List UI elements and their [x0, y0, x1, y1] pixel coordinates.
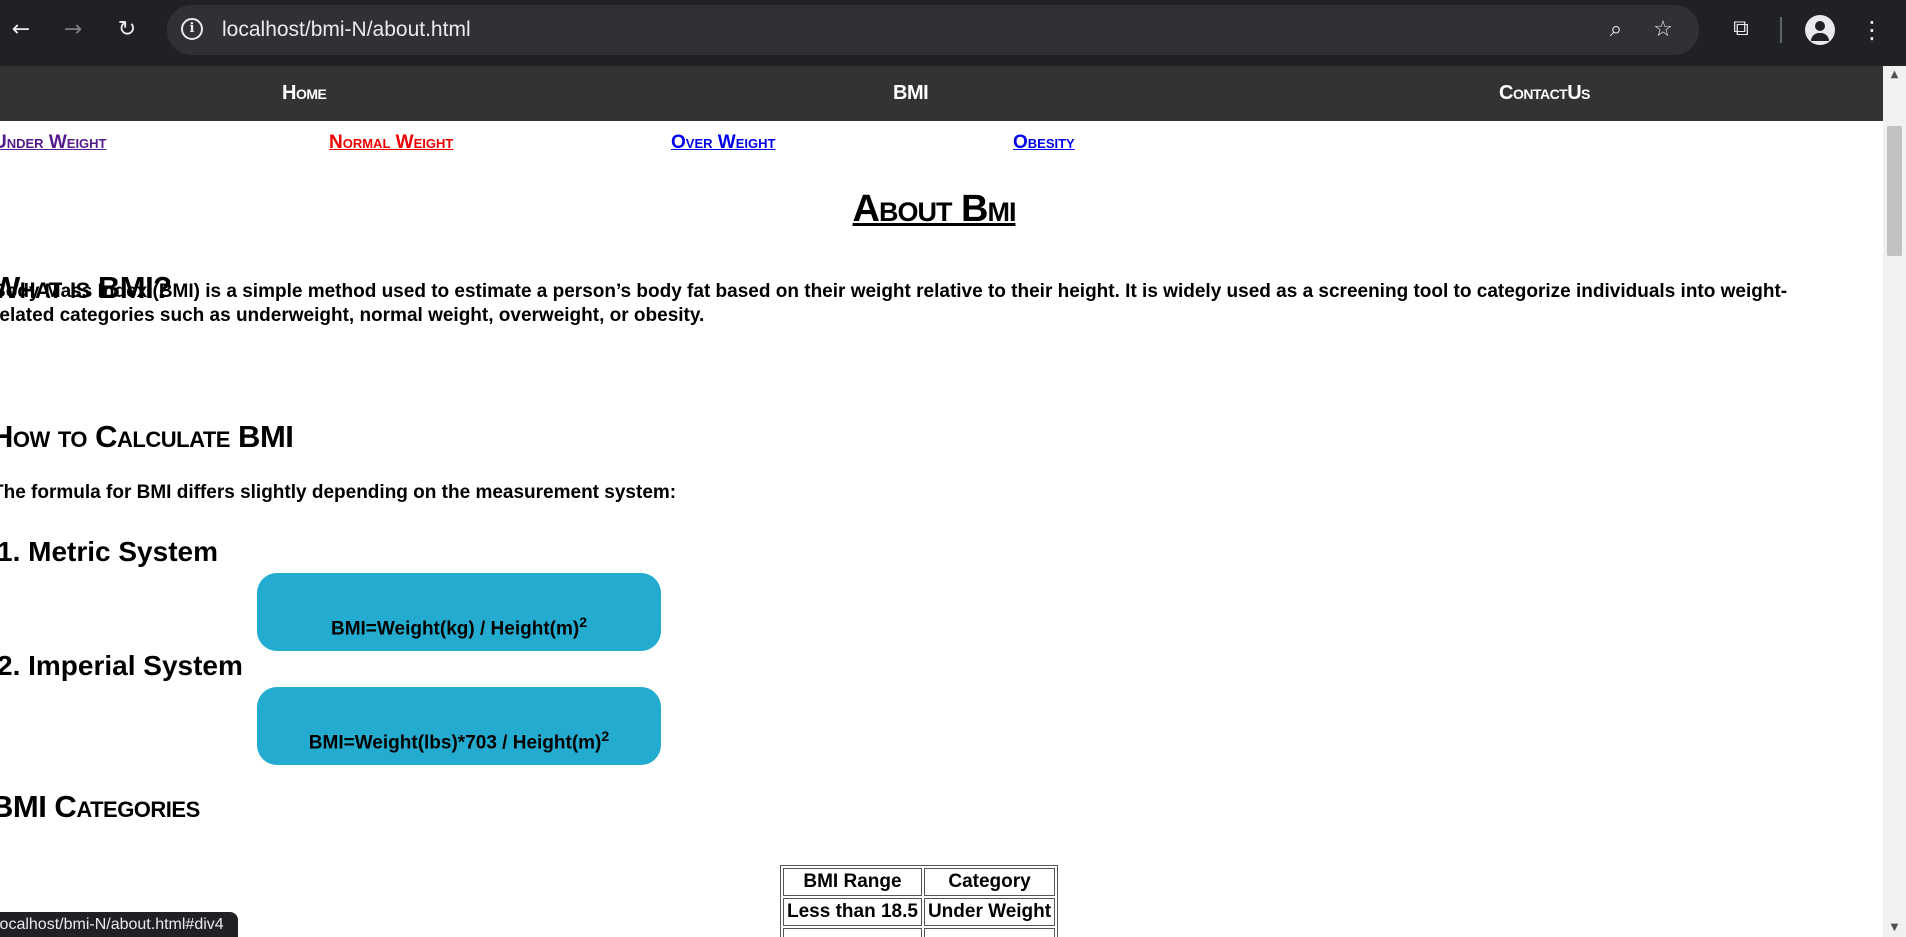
metric-system-heading: 1. Metric System [0, 536, 218, 567]
url-text[interactable]: localhost/bmi-N/about.html [222, 5, 471, 55]
table-header-bmi-range: BMI Range [783, 868, 922, 896]
imperial-formula-exponent: 2 [601, 728, 610, 744]
metric-formula-text: BMI=Weight(kg) / Height(m) [330, 618, 580, 640]
forward-arrow-icon[interactable]: → [57, 14, 89, 46]
status-url: localhost/bmi-N/about.html#div4 [0, 916, 224, 933]
category-link-obesity[interactable]: Obesity [1013, 132, 1075, 154]
reload-icon[interactable]: ↻ [111, 14, 143, 46]
page-viewport: Home BMI ContactUs Under Weight Normal W… [0, 66, 1883, 937]
bmi-categories-table: BMI Range Category Less than 18.5 Under … [780, 865, 1059, 937]
zoom-icon[interactable]: ⌕ [1603, 17, 1629, 43]
table-header-row: BMI Range Category [783, 868, 1056, 896]
bookmark-star-icon[interactable]: ☆ [1650, 17, 1676, 43]
site-navbar: Home BMI ContactUs [0, 66, 1883, 121]
page-title: About Bmi [852, 188, 1017, 230]
table-cell-category: Under Weight [923, 898, 1056, 926]
what-is-bmi-text-line-1: Body Mass Index (BMI) is a simple method… [0, 281, 1788, 302]
scroll-down-arrow-icon[interactable]: ▼ [1883, 919, 1906, 937]
browser-toolbar: ← → ↻ i localhost/bmi-N/about.html ⌕ ☆ ⧉… [0, 0, 1906, 66]
address-bar[interactable]: i localhost/bmi-N/about.html ⌕ ☆ [167, 5, 1699, 55]
back-arrow-icon[interactable]: ← [5, 14, 37, 46]
table-row: Less than 18.5 Under Weight [783, 898, 1056, 926]
nav-link-bmi[interactable]: BMI [893, 66, 929, 121]
table-cell-empty [783, 928, 922, 937]
category-link-over-weight[interactable]: Over Weight [671, 132, 775, 154]
profile-head-shape [1815, 21, 1825, 31]
category-link-under-weight[interactable]: Under Weight [0, 132, 107, 154]
category-link-normal-weight[interactable]: Normal Weight [329, 132, 453, 154]
imperial-formula-text: BMI=Weight(lbs)*703 / Height(m) [308, 732, 602, 754]
table-cell-empty [923, 928, 1056, 937]
nav-link-contactus[interactable]: ContactUs [1499, 66, 1591, 121]
table-row-partial [783, 928, 1056, 937]
bmi-categories-heading: BMI Categories [0, 789, 200, 824]
how-to-calculate-text: The formula for BMI differs slightly dep… [0, 482, 677, 503]
site-info-icon[interactable]: i [181, 18, 203, 40]
profile-avatar-icon[interactable] [1805, 15, 1835, 45]
metric-formula-box: BMI=Weight(kg) / Height(m)2 [257, 573, 661, 651]
metric-formula-exponent: 2 [579, 614, 587, 630]
nav-link-home[interactable]: Home [282, 66, 327, 121]
toolbar-separator [1780, 17, 1782, 43]
imperial-system-heading: 2. Imperial System [0, 650, 243, 681]
table-cell-range: Less than 18.5 [783, 898, 922, 926]
scroll-up-arrow-icon[interactable]: ▲ [1883, 66, 1906, 84]
what-is-bmi-text-line-2: related categories such as underweight, … [0, 305, 705, 326]
imperial-formula-box: BMI=Weight(lbs)*703 / Height(m)2 [257, 687, 661, 765]
link-status-bar: localhost/bmi-N/about.html#div4 [0, 912, 238, 937]
scrollbar-thumb[interactable] [1887, 126, 1902, 256]
vertical-scrollbar[interactable]: ▲ ▼ [1883, 66, 1906, 937]
profile-body-shape [1811, 33, 1829, 41]
how-to-calculate-heading: How to Calculate BMI [0, 419, 294, 454]
kebab-menu-icon[interactable]: ⋮ [1860, 14, 1884, 46]
table-header-category: Category [923, 868, 1056, 896]
extensions-puzzle-icon[interactable]: ⧉ [1726, 14, 1756, 44]
